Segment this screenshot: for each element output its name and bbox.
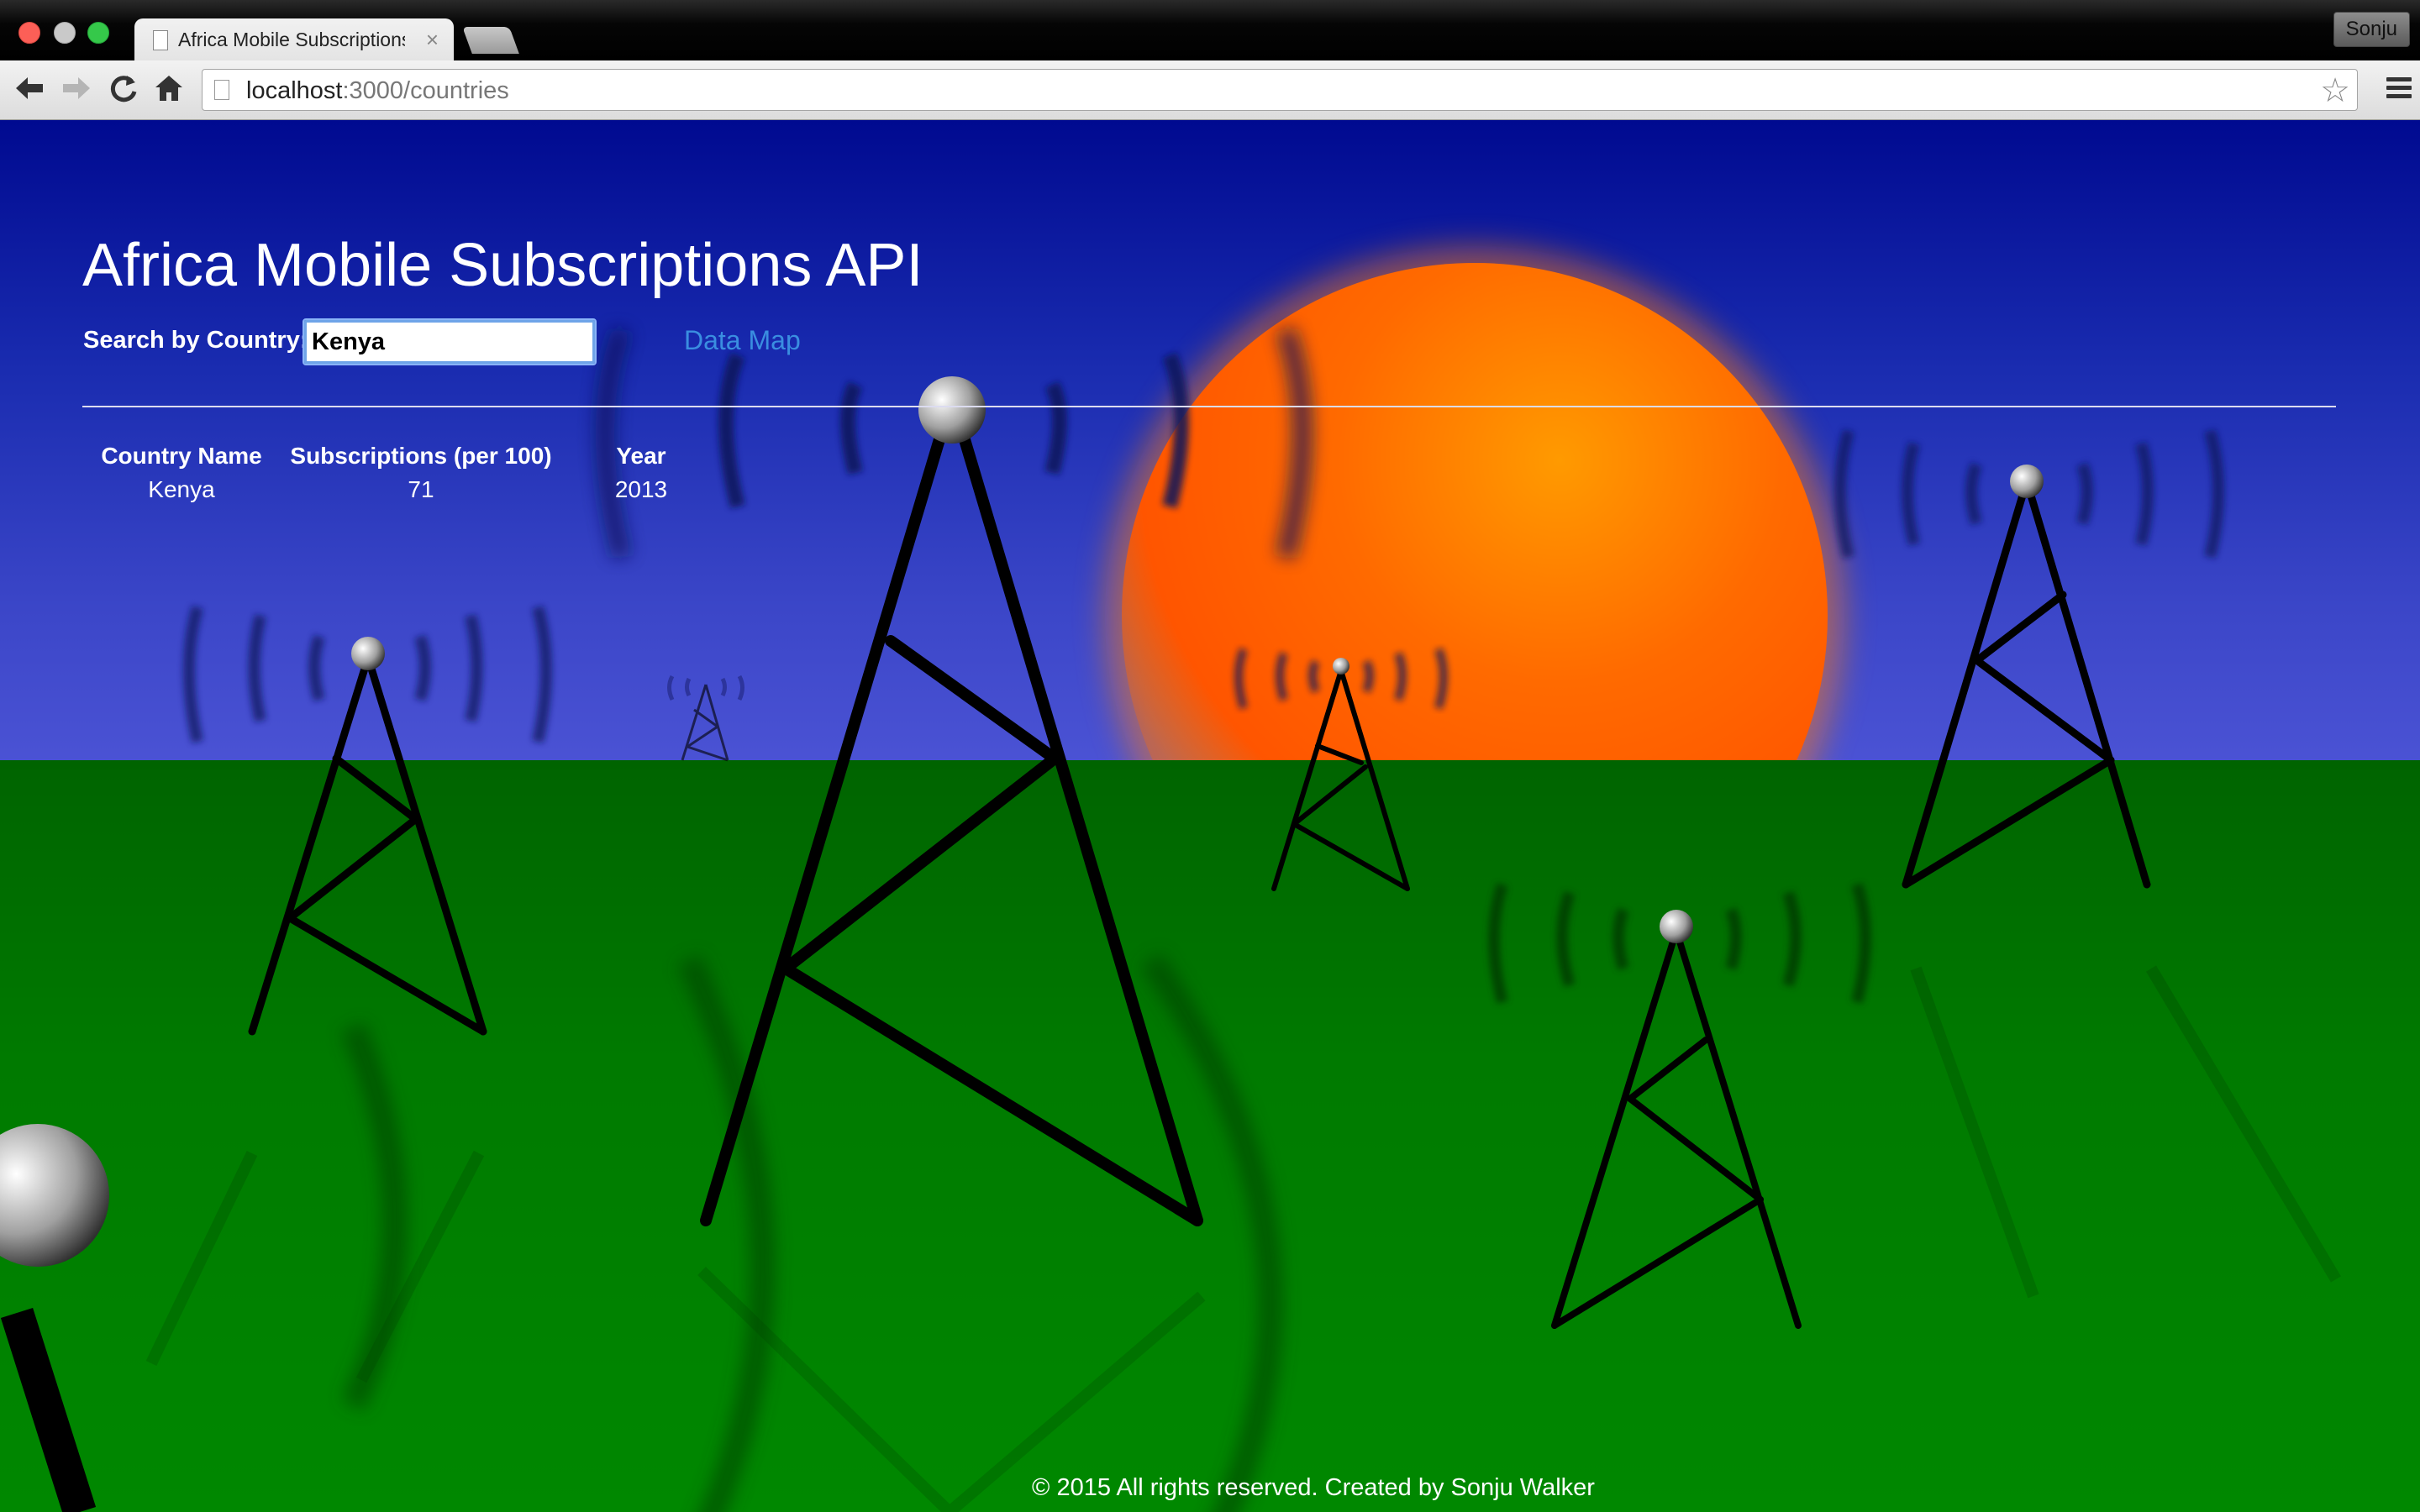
new-tab-button[interactable] [462, 27, 519, 54]
forward-arrow-icon[interactable] [57, 69, 96, 108]
cell-year: 2013 [614, 476, 668, 502]
tab-title: Africa Mobile Subscriptions API [178, 29, 405, 50]
main-content: Africa Mobile Subscriptions API Search b… [0, 120, 2420, 1512]
country-search-input[interactable] [302, 318, 597, 365]
column-header-country: Country Name [101, 443, 262, 469]
page-title: Africa Mobile Subscriptions API [82, 232, 923, 299]
table-header-row: Country Name Subscriptions (per 100) Yea… [84, 439, 719, 473]
back-arrow-icon[interactable] [10, 69, 49, 108]
cell-country: Kenya [148, 476, 215, 502]
cell-subscriptions: 71 [408, 476, 434, 502]
footer-copyright: © 2015 All rights reserved. Created by S… [1032, 1474, 1595, 1501]
hamburger-menu-icon[interactable] [2386, 77, 2412, 99]
data-map-link[interactable]: Data Map [684, 325, 801, 356]
profile-button[interactable]: Sonju [2333, 12, 2410, 47]
star-icon[interactable]: ☆ [2320, 71, 2350, 110]
address-bar[interactable]: localhost:3000/countries ☆ [202, 69, 2358, 111]
column-header-year: Year [616, 443, 666, 469]
table-row: Kenya 71 2013 [84, 473, 719, 507]
page-icon [153, 30, 168, 50]
browser-tab-active[interactable]: Africa Mobile Subscriptions API × [134, 18, 454, 60]
url-text: localhost:3000/countries [246, 77, 509, 104]
page-viewport: Africa Mobile Subscriptions API Search b… [0, 120, 2420, 1512]
home-icon[interactable] [150, 69, 188, 108]
tab-strip: Africa Mobile Subscriptions API × Sonju [0, 0, 2420, 60]
reload-icon[interactable] [104, 69, 143, 108]
results-table: Country Name Subscriptions (per 100) Yea… [84, 439, 719, 507]
window-close-button[interactable] [18, 22, 40, 44]
window-maximize-button[interactable] [87, 22, 109, 44]
browser-chrome: Africa Mobile Subscriptions API × Sonju … [0, 0, 2420, 120]
browser-toolbar: localhost:3000/countries ☆ [0, 60, 2420, 120]
divider [82, 406, 2336, 407]
page-icon [214, 80, 229, 100]
search-label: Search by Country: [83, 327, 308, 354]
window-minimize-button[interactable] [54, 22, 76, 44]
tab-close-icon[interactable]: × [426, 27, 439, 53]
column-header-subscriptions: Subscriptions (per 100) [290, 443, 552, 469]
